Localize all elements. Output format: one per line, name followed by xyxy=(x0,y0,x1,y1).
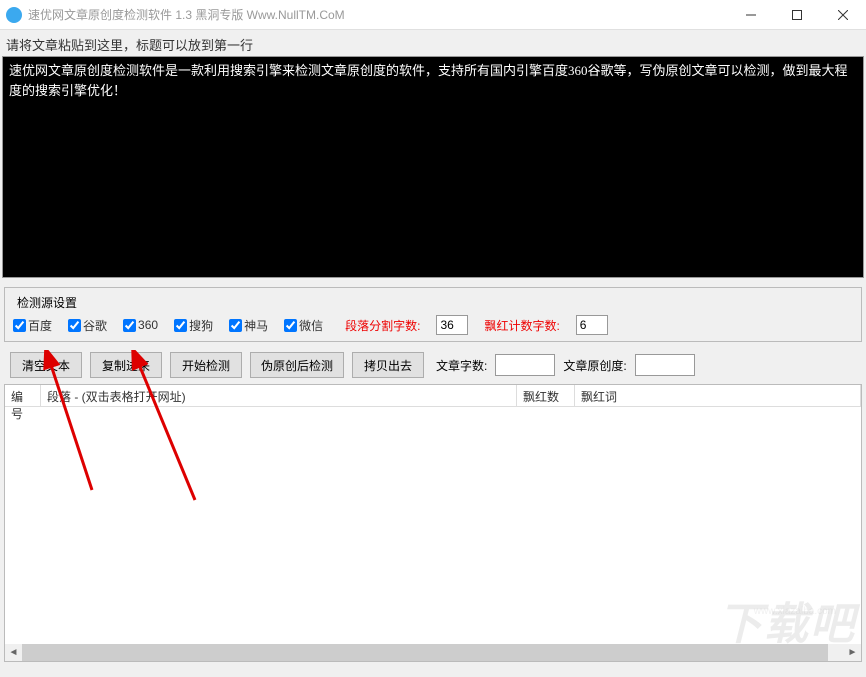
col-segment[interactable]: 段落 - (双击表格打开网址) xyxy=(41,385,517,406)
checkbox-shenma[interactable]: 神马 xyxy=(229,317,268,334)
clear-button[interactable]: 清空文本 xyxy=(10,352,82,378)
col-id[interactable]: 编号 xyxy=(5,385,41,406)
segment-split-input[interactable] xyxy=(436,315,468,335)
window-title: 速优网文章原创度检测软件 1.3 黑洞专版 Www.NullTM.CoM xyxy=(28,6,345,23)
main-panel: 请将文章粘贴到这里，标题可以放到第一行 检测源设置 百度 谷歌 360 搜狗 神… xyxy=(0,30,866,677)
col-red-count[interactable]: 飘红数 xyxy=(517,385,575,406)
scroll-left-arrow[interactable]: ◄ xyxy=(5,644,22,661)
app-icon xyxy=(6,7,22,23)
minimize-button[interactable] xyxy=(728,0,774,30)
window-controls xyxy=(728,0,866,30)
maximize-button[interactable] xyxy=(774,0,820,30)
results-table: 编号 段落 - (双击表格打开网址) 飘红数 飘红词 ◄ ► xyxy=(4,384,862,662)
article-textarea[interactable] xyxy=(2,56,864,278)
paste-button[interactable]: 复制进来 xyxy=(90,352,162,378)
scroll-thumb[interactable] xyxy=(22,644,828,661)
checkbox-google[interactable]: 谷歌 xyxy=(68,317,107,334)
checkbox-baidu[interactable]: 百度 xyxy=(13,317,52,334)
instruction-label: 请将文章粘贴到这里，标题可以放到第一行 xyxy=(2,32,864,56)
titlebar: 速优网文章原创度检测软件 1.3 黑洞专版 Www.NullTM.CoM xyxy=(0,0,866,30)
checkbox-sogou[interactable]: 搜狗 xyxy=(174,317,213,334)
action-bar: 清空文本 复制进来 开始检测 伪原创后检测 拷贝出去 文章字数: 文章原创度: xyxy=(2,346,864,384)
start-detect-button[interactable]: 开始检测 xyxy=(170,352,242,378)
checkbox-wechat[interactable]: 微信 xyxy=(284,317,323,334)
red-count-label: 飘红计数字数: xyxy=(484,317,559,334)
scroll-right-arrow[interactable]: ► xyxy=(844,644,861,661)
table-body xyxy=(5,407,861,644)
originality-label: 文章原创度: xyxy=(563,357,626,374)
close-button[interactable] xyxy=(820,0,866,30)
originality-input[interactable] xyxy=(635,354,695,376)
word-count-input[interactable] xyxy=(495,354,555,376)
fieldset-legend: 检测源设置 xyxy=(13,294,81,311)
table-header: 编号 段落 - (双击表格打开网址) 飘红数 飘红词 xyxy=(5,385,861,407)
copy-out-button[interactable]: 拷贝出去 xyxy=(352,352,424,378)
scroll-track[interactable] xyxy=(22,644,844,661)
segment-split-label: 段落分割字数: xyxy=(345,317,420,334)
horizontal-scrollbar[interactable]: ◄ ► xyxy=(5,644,861,661)
red-count-input[interactable] xyxy=(576,315,608,335)
word-count-label: 文章字数: xyxy=(436,357,487,374)
col-red-words[interactable]: 飘红词 xyxy=(575,385,861,406)
checkbox-360[interactable]: 360 xyxy=(123,318,158,332)
source-settings-fieldset: 检测源设置 百度 谷歌 360 搜狗 神马 微信 段落分割字数: 飘红计数字数: xyxy=(4,287,862,342)
pseudo-detect-button[interactable]: 伪原创后检测 xyxy=(250,352,344,378)
